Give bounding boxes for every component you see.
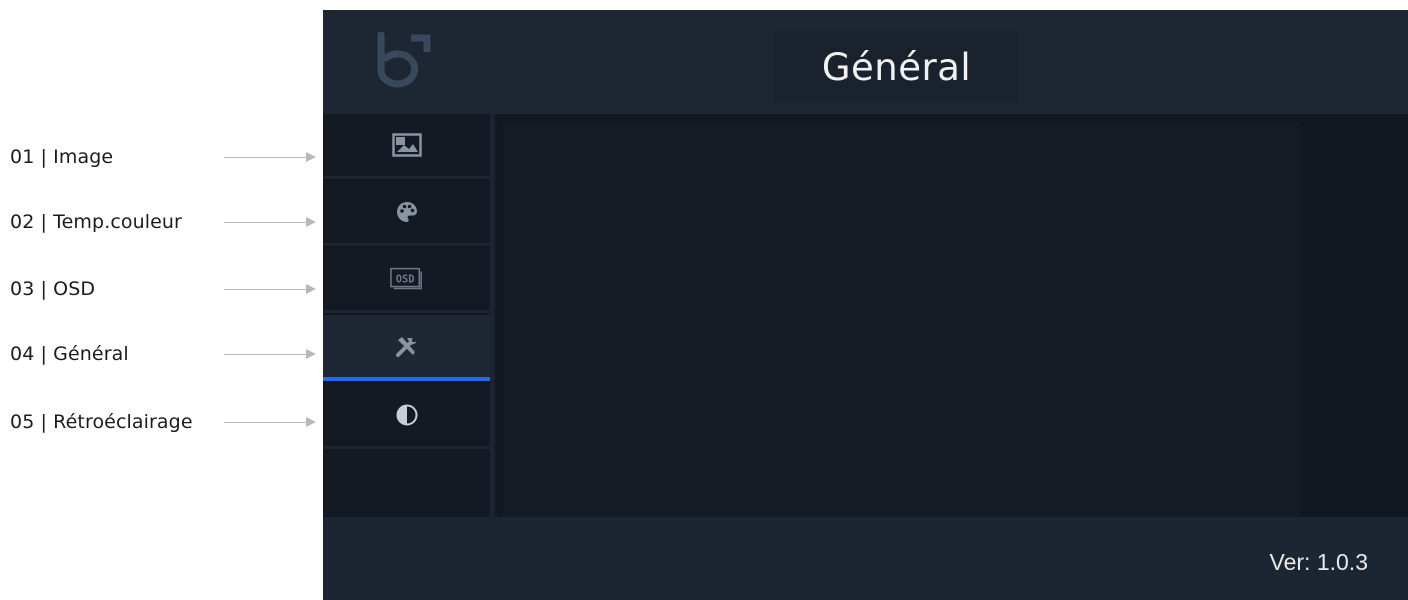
arrow-icon [224, 217, 316, 227]
annotation-temp-couleur: 02 | Temp.couleur [10, 209, 316, 235]
osd-header: Général [323, 10, 1408, 114]
sidebar-item-osd[interactable]: OSD [323, 248, 490, 313]
palette-icon [390, 199, 424, 225]
annotation-osd: 03 | OSD [10, 276, 316, 302]
page-title-box: Général [774, 31, 1019, 103]
sidebar-divider [490, 114, 495, 517]
content-edge [1300, 114, 1408, 517]
annotation-label: 05 | Rétroéclairage [10, 411, 193, 433]
sidebar: OSD [323, 114, 490, 517]
brand-logo [375, 30, 439, 88]
sidebar-item-retroeclairage[interactable] [323, 384, 490, 449]
annotation-label: 02 | Temp.couleur [10, 211, 182, 233]
version-label: Ver: 1.0.3 [1269, 549, 1368, 575]
picture-icon [390, 132, 424, 158]
page: 01 | Image 02 | Temp.couleur 03 | OSD 04… [0, 0, 1408, 600]
annotation-label: 03 | OSD [10, 278, 96, 300]
arrow-icon [224, 284, 316, 294]
arrow-icon [224, 349, 316, 359]
arrow-icon [224, 152, 316, 162]
annotation-image: 01 | Image [10, 144, 316, 170]
sidebar-empty-slot [323, 451, 490, 517]
svg-text:OSD: OSD [395, 273, 414, 285]
annotation-retroeclairage: 05 | Rétroéclairage [10, 409, 316, 435]
annotation-legend: 01 | Image 02 | Temp.couleur 03 | OSD 04… [0, 0, 323, 600]
sidebar-item-general[interactable] [323, 315, 490, 381]
page-title: Général [821, 45, 972, 89]
annotation-label: 04 | Général [10, 343, 129, 365]
annotation-label: 01 | Image [10, 146, 114, 168]
sidebar-item-image[interactable] [323, 114, 490, 179]
sidebar-item-temp-couleur[interactable] [323, 181, 490, 246]
arrow-icon [224, 417, 316, 427]
osd-footer: Ver: 1.0.3 [323, 517, 1408, 600]
osd-body: OSD [323, 114, 1408, 517]
tools-icon [390, 333, 424, 359]
half-circle-icon [390, 402, 424, 428]
annotation-general: 04 | Général [10, 341, 316, 367]
osd-screen: Général OSD Ver: 1.0.3 [323, 10, 1408, 600]
content-panel [503, 122, 1300, 517]
osd-icon: OSD [389, 266, 424, 292]
